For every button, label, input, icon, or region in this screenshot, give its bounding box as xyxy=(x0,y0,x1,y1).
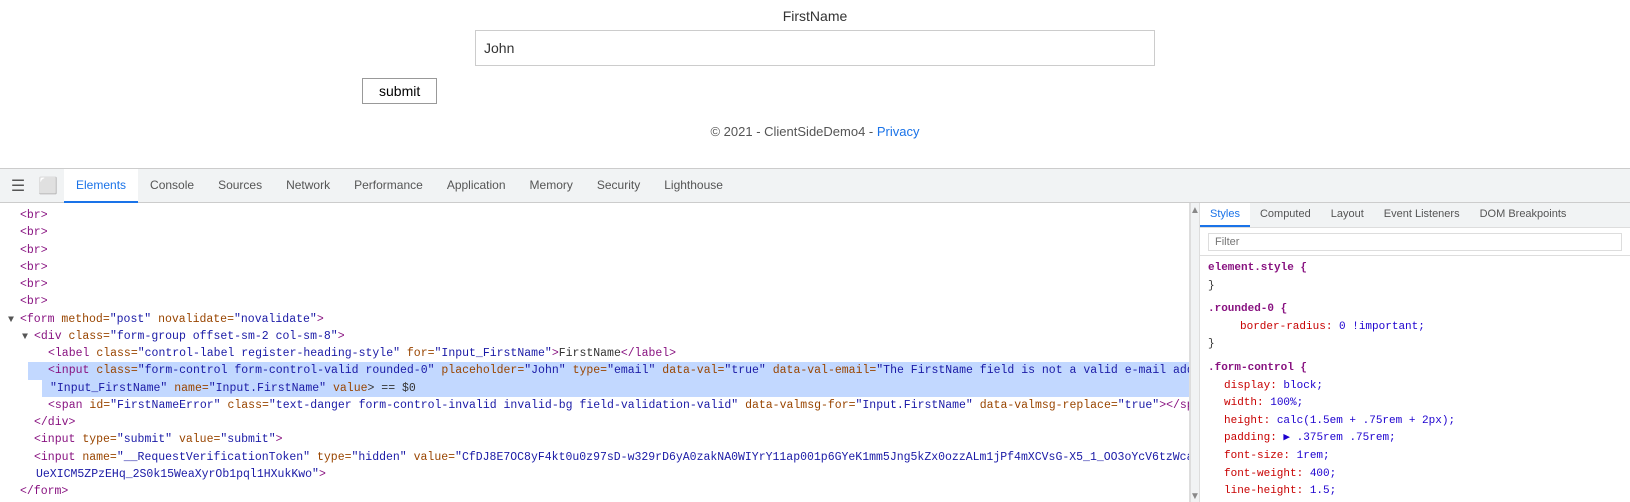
tab-security[interactable]: Security xyxy=(585,169,652,203)
devtools-panel: ☰ ⬜ Elements Console Sources Network Per… xyxy=(0,168,1630,502)
styles-content: element.style { } .rounded-0 { border-ra… xyxy=(1200,256,1630,502)
html-line: </form> xyxy=(0,483,1189,500)
tab-elements[interactable]: Elements xyxy=(64,169,138,203)
styles-tab-styles[interactable]: Styles xyxy=(1200,203,1250,227)
firstname-label: FirstName xyxy=(783,8,848,24)
elements-panel[interactable]: <br> <br> <br> <br> <br> <br> <form meth… xyxy=(0,203,1190,502)
styles-tab-dom-breakpoints[interactable]: DOM Breakpoints xyxy=(1470,203,1577,227)
styles-filter xyxy=(1200,228,1630,256)
html-line: <form method="post" novalidate="novalida… xyxy=(0,311,1189,328)
css-block-rounded: .rounded-0 { border-radius: 0 !important… xyxy=(1208,301,1622,354)
footer-text: © 2021 - ClientSideDemo4 - Privacy xyxy=(710,124,919,139)
styles-filter-input[interactable] xyxy=(1208,233,1622,251)
html-line: <br> xyxy=(0,259,1189,276)
devtools-body: <br> <br> <br> <br> <br> <br> <form meth… xyxy=(0,203,1630,502)
tab-console[interactable]: Console xyxy=(138,169,206,203)
html-line: <span id="FirstNameError" class="text-da… xyxy=(28,397,1189,414)
firstname-input[interactable] xyxy=(475,30,1155,66)
scroll-bar[interactable]: ▲ ▼ xyxy=(1190,203,1200,502)
html-line: <label class="control-label register-hea… xyxy=(28,345,1189,362)
page-area: FirstName submit © 2021 - ClientSideDemo… xyxy=(0,0,1630,168)
html-line: <br> xyxy=(0,207,1189,224)
html-line-selected[interactable]: <input class="form-control form-control-… xyxy=(28,362,1189,379)
tab-performance[interactable]: Performance xyxy=(342,169,435,203)
styles-tabbar: Styles Computed Layout Event Listeners D… xyxy=(1200,203,1630,228)
tab-memory[interactable]: Memory xyxy=(518,169,585,203)
html-line: <br> xyxy=(0,242,1189,259)
privacy-link[interactable]: Privacy xyxy=(877,124,920,139)
html-line: <input type="submit" value="submit"> xyxy=(14,431,1189,448)
tab-network[interactable]: Network xyxy=(274,169,342,203)
html-line: <br> xyxy=(0,293,1189,310)
styles-tab-event-listeners[interactable]: Event Listeners xyxy=(1374,203,1470,227)
submit-button[interactable]: submit xyxy=(362,78,437,104)
devtools-tabbar: ☰ ⬜ Elements Console Sources Network Per… xyxy=(0,169,1630,203)
html-line: <br> xyxy=(0,224,1189,241)
tab-application[interactable]: Application xyxy=(435,169,518,203)
html-line: UeXICM5ZPzEHq_2S0k15WeaXyrOb1pql1HXukKwo… xyxy=(28,466,1189,483)
html-line: </div> xyxy=(14,414,1189,431)
html-line: <div class="form-group offset-sm-2 col-s… xyxy=(14,328,1189,345)
styles-panel: Styles Computed Layout Event Listeners D… xyxy=(1200,203,1630,502)
styles-tab-layout[interactable]: Layout xyxy=(1321,203,1374,227)
html-line: <br> xyxy=(0,276,1189,293)
html-line: <input name="__RequestVerificationToken"… xyxy=(14,449,1189,466)
scroll-up-icon[interactable]: ▲ xyxy=(1190,205,1200,216)
tab-lighthouse[interactable]: Lighthouse xyxy=(652,169,735,203)
styles-tab-computed[interactable]: Computed xyxy=(1250,203,1321,227)
tab-sources[interactable]: Sources xyxy=(206,169,274,203)
cursor-icon[interactable]: ☰ xyxy=(4,172,32,200)
scroll-down-icon[interactable]: ▼ xyxy=(1190,491,1200,502)
inspect-icon[interactable]: ⬜ xyxy=(34,172,62,200)
css-block-form-control: .form-control { display: block; width: 1… xyxy=(1208,360,1622,502)
html-line-selected-cont: "Input_FirstName" name="Input.FirstName"… xyxy=(42,380,1189,397)
css-block-element-style: element.style { } xyxy=(1208,260,1622,295)
